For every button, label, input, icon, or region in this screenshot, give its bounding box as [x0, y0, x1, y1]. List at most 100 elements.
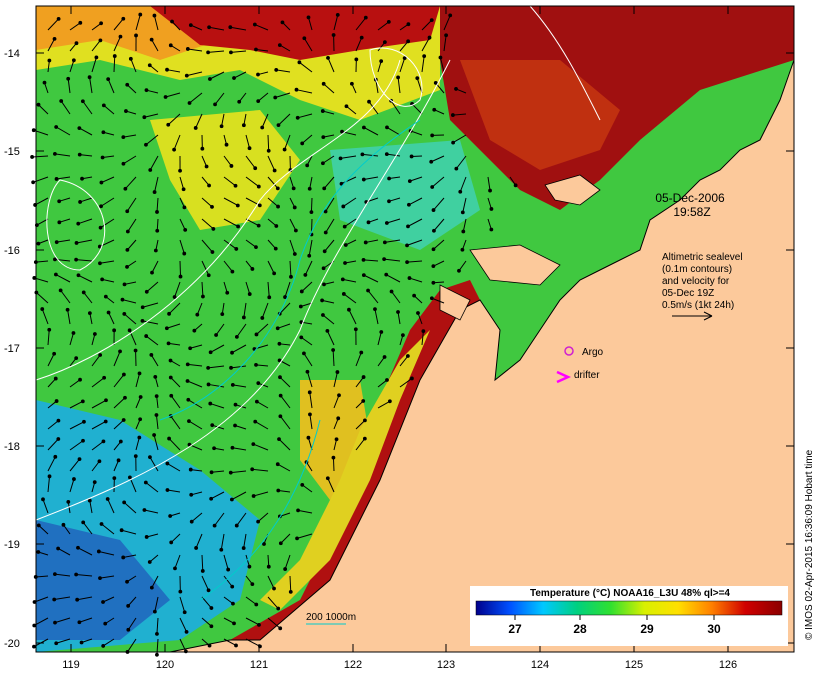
velocity-arrow-head	[325, 328, 330, 333]
velocity-arrow-head	[489, 227, 494, 232]
velocity-arrow-head	[382, 40, 387, 45]
velocity-arrow-head	[277, 43, 282, 48]
velocity-arrow-head	[230, 445, 235, 450]
velocity-arrow-head	[247, 564, 252, 569]
velocity-arrow-head	[354, 57, 359, 62]
velocity-arrow-head	[118, 34, 123, 39]
velocity-arrow-head	[209, 624, 214, 629]
velocity-arrow-head	[144, 334, 149, 338]
velocity-arrow-head	[36, 550, 41, 554]
velocity-arrow-head	[300, 141, 305, 146]
velocity-arrow-head	[341, 204, 346, 209]
velocity-arrow-head	[262, 542, 266, 546]
velocity-arrow-head	[306, 435, 311, 440]
velocity-arrow-head	[252, 22, 257, 27]
velocity-arrow-head	[366, 220, 371, 225]
velocity-arrow-head	[410, 376, 414, 381]
velocity-arrow-head	[140, 305, 145, 310]
velocity-arrow-head	[178, 274, 183, 279]
velocity-arrow-head	[251, 494, 256, 498]
velocity-arrow-head	[275, 462, 280, 467]
velocity-arrow-head	[431, 208, 436, 212]
velocity-arrow-head	[137, 371, 142, 376]
velocity-arrow-head	[112, 328, 117, 333]
velocity-arrow-head	[52, 36, 57, 41]
velocity-arrow-head	[82, 419, 86, 424]
velocity-arrow-head	[78, 200, 83, 204]
velocity-arrow-head	[99, 180, 104, 185]
velocity-arrow-head	[167, 311, 171, 316]
velocity-arrow-head	[489, 207, 494, 211]
velocity-arrow-head	[276, 606, 281, 611]
velocity-arrow-head	[147, 63, 152, 68]
velocity-arrow-head	[31, 128, 36, 133]
velocity-arrow-head	[213, 102, 217, 107]
velocity-arrow-head	[53, 151, 57, 156]
velocity-arrow-head	[47, 58, 52, 63]
velocity-arrow-head	[233, 423, 237, 428]
velocity-arrow-head	[207, 25, 211, 30]
velocity-arrow-head	[266, 564, 271, 569]
velocity-arrow-head	[401, 333, 405, 338]
velocity-arrow-head	[200, 146, 205, 151]
velocity-arrow-head	[343, 243, 348, 247]
velocity-arrow-head	[188, 467, 193, 472]
velocity-arrow-head	[150, 270, 154, 275]
velocity-arrow-head	[412, 293, 417, 298]
velocity-arrow-head	[308, 412, 312, 417]
velocity-arrow-head	[165, 67, 169, 72]
velocity-arrow-head	[396, 310, 400, 314]
velocity-arrow-head	[183, 228, 188, 232]
velocity-arrow-head	[40, 307, 45, 311]
velocity-arrow-head	[451, 140, 456, 145]
velocity-arrow-head	[125, 82, 130, 87]
velocity-arrow-head	[173, 566, 177, 571]
velocity-arrow-head	[101, 439, 106, 444]
velocity-arrow-head	[182, 205, 187, 210]
velocity-arrow-head	[278, 393, 283, 398]
velocity-arrow-head	[266, 148, 271, 153]
velocity-arrow-head	[448, 13, 453, 18]
velocity-arrow-head	[127, 328, 132, 333]
velocity-arrow-head	[52, 351, 57, 356]
velocity-arrow-head	[133, 454, 138, 459]
velocity-arrow-head	[299, 335, 304, 340]
velocity-arrow-head	[170, 19, 174, 24]
velocity-arrow-head	[257, 203, 262, 208]
velocity-arrow-head	[321, 81, 326, 86]
velocity-arrow-head	[185, 47, 190, 51]
velocity-arrow-head	[359, 35, 364, 40]
velocity-arrow-head	[138, 12, 143, 17]
velocity-arrow-head	[384, 221, 389, 225]
velocity-arrow-head	[152, 13, 157, 18]
velocity-arrow-head	[144, 88, 149, 93]
velocity-arrow-head	[31, 180, 36, 185]
velocity-arrow-head	[229, 365, 233, 370]
velocity-arrow-head	[144, 535, 149, 539]
velocity-arrow-head	[300, 482, 305, 487]
velocity-arrow	[310, 197, 313, 213]
velocity-arrow-head	[194, 546, 199, 550]
velocity-arrow-head	[184, 73, 189, 78]
velocity-arrow-head	[251, 442, 256, 446]
velocity-arrow-head	[323, 209, 328, 214]
velocity-arrow-head	[189, 519, 194, 524]
colorbar-tick-label: 30	[707, 622, 721, 636]
colorbar-title: Temperature (°C) NOAA16_L3U 48% ql>=4	[530, 588, 730, 599]
colorbar-tick-label: 28	[573, 622, 587, 636]
velocity-arrow-head	[235, 203, 240, 208]
velocity-arrow-head	[118, 349, 122, 354]
velocity-arrow-head	[278, 375, 282, 380]
velocity-arrow-head	[275, 186, 280, 191]
velocity-arrow-head	[152, 190, 157, 194]
velocity-arrow-head	[382, 355, 387, 359]
velocity-arrow-head	[254, 245, 258, 250]
velocity-arrow-head	[100, 155, 105, 160]
velocity-arrow-head	[144, 289, 149, 294]
velocity-arrow-head	[168, 375, 173, 380]
velocity-arrow-head	[210, 250, 215, 254]
velocity-arrow-head	[274, 68, 279, 72]
velocity-arrow-head	[427, 35, 432, 40]
velocity-arrow-head	[406, 224, 410, 229]
velocity-arrow-head	[338, 156, 343, 161]
